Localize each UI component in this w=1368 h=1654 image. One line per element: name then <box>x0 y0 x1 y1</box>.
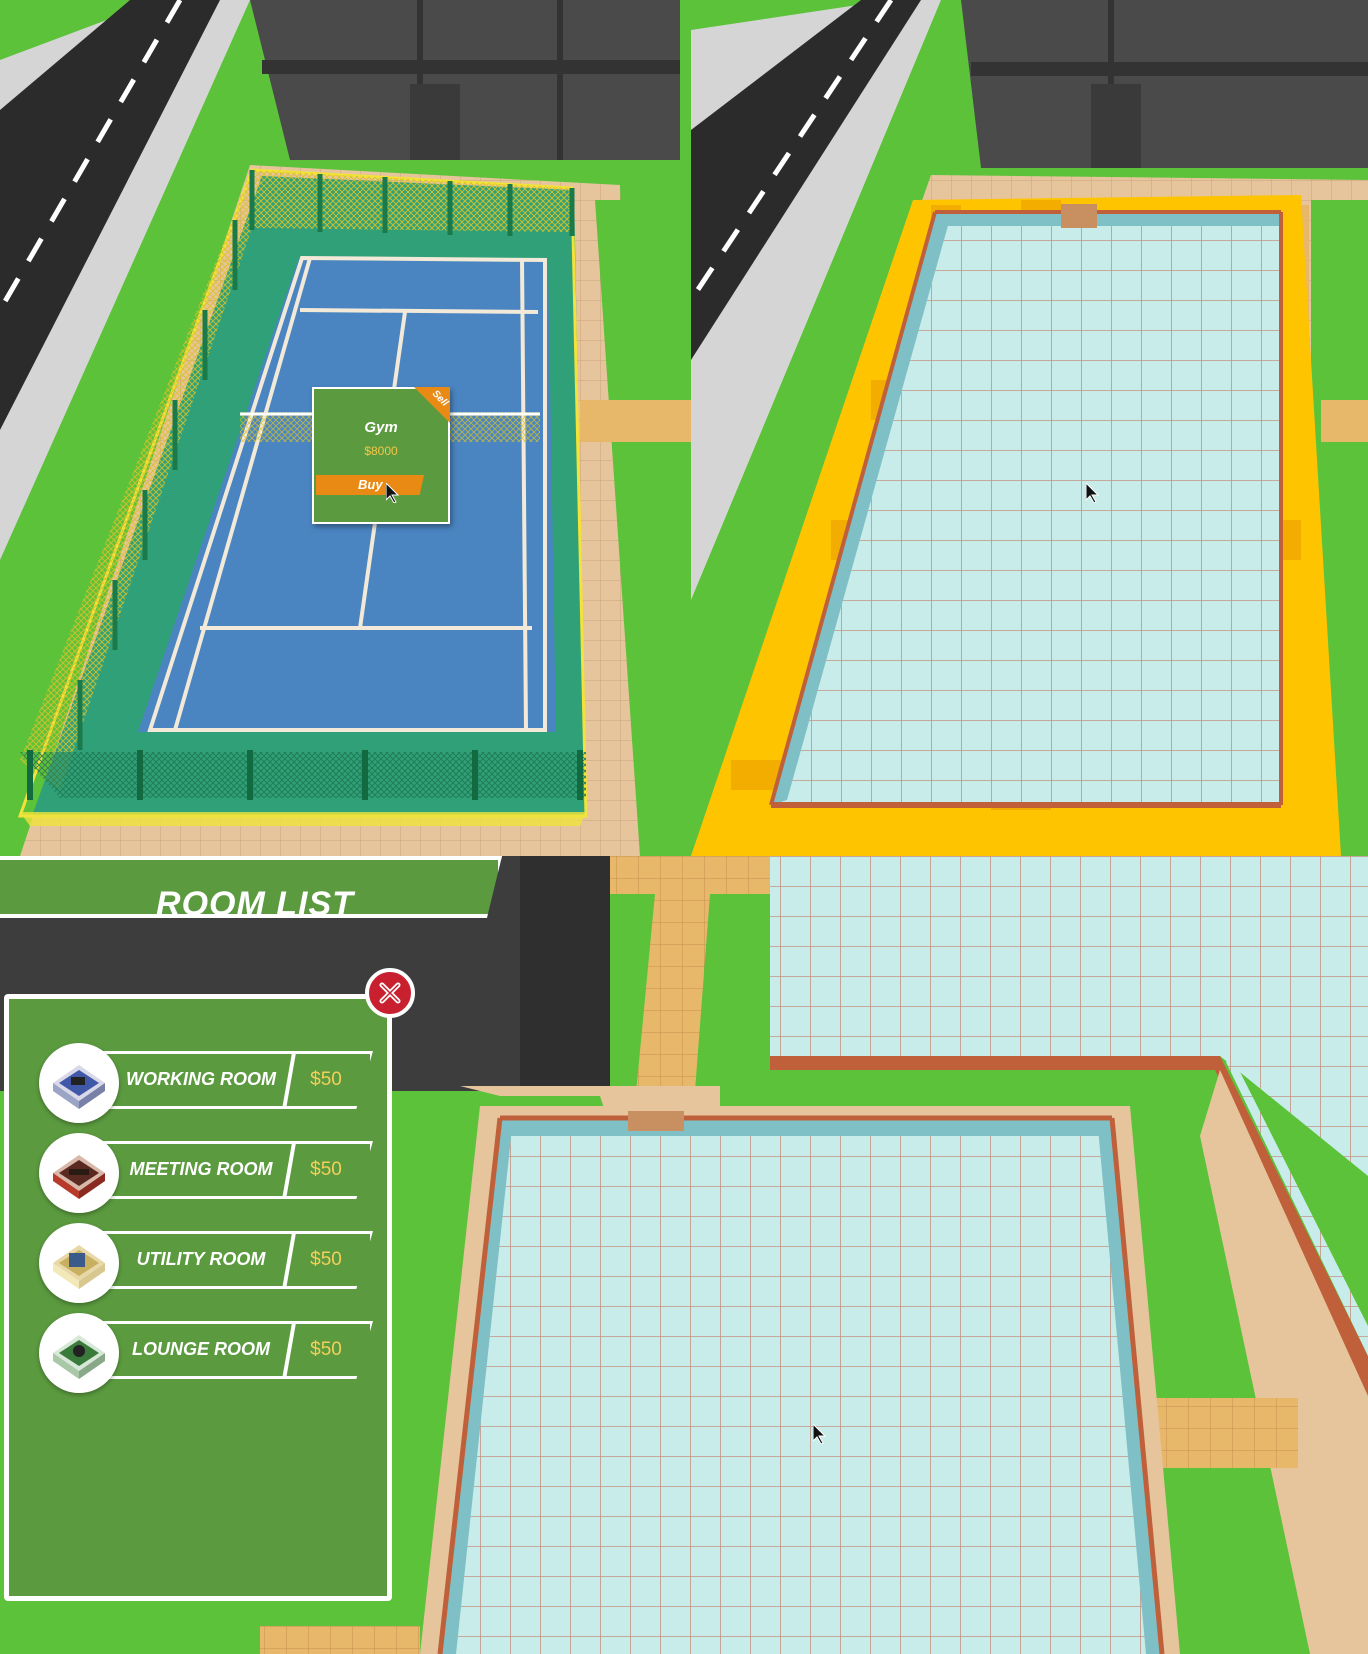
gym-price: $8000 <box>364 444 398 458</box>
path-tiles <box>1321 400 1368 442</box>
mouse-cursor-icon <box>1086 483 1100 503</box>
room-item-price: $50 <box>310 1159 342 1180</box>
mouse-cursor-icon <box>813 1424 827 1444</box>
room-item-lounge[interactable]: LOUNGE ROOM $50 <box>33 1313 375 1393</box>
game-screenshot-collage: Sell Gym $8000 Buy ROOM LIST WORKING ROO… <box>0 0 1368 1654</box>
room-item-utility[interactable]: UTILITY ROOM $50 <box>33 1223 375 1303</box>
room-item-working[interactable]: WORKING ROOM $50 <box>33 1043 375 1123</box>
path-tiles <box>610 856 770 894</box>
panel-empty-room-scene <box>691 0 1368 856</box>
empty-room-scene-graphic <box>691 0 1368 856</box>
buy-button[interactable]: Buy <box>316 475 424 495</box>
door <box>1061 204 1097 228</box>
panel-gym-court-scene: Sell Gym $8000 Buy <box>0 0 691 856</box>
office-building <box>961 0 1368 168</box>
tiled-floor-lower <box>440 1120 1160 1654</box>
path-tiles <box>580 400 691 442</box>
mouse-cursor-icon <box>386 483 400 503</box>
gym-purchase-popup: Sell Gym $8000 Buy <box>312 387 450 524</box>
room-item-price: $50 <box>310 1069 342 1090</box>
close-x-icon <box>379 982 401 1004</box>
door <box>628 1111 684 1131</box>
room-item-name: UTILITY ROOM <box>136 1249 266 1269</box>
meeting-room-thumbnail-icon <box>39 1133 119 1213</box>
utility-room-thumbnail-icon <box>39 1223 119 1303</box>
room-list-panel: WORKING ROOM $50 MEETING ROOM $50 UTILIT… <box>4 994 392 1601</box>
room-list-title: ROOM LIST <box>156 885 354 923</box>
room-item-name: LOUNGE ROOM <box>132 1339 270 1359</box>
front-fence <box>20 752 586 798</box>
panel-room-list-scene: ROOM LIST WORKING ROOM $50 MEETING ROOM … <box>0 856 1368 1654</box>
room-item-name: MEETING ROOM <box>129 1159 273 1179</box>
working-room-thumbnail-icon <box>39 1043 119 1123</box>
office-building <box>250 0 680 160</box>
gym-title: Gym <box>364 419 398 436</box>
room-item-name: WORKING ROOM <box>126 1069 276 1089</box>
room-item-meeting[interactable]: MEETING ROOM $50 <box>33 1133 375 1213</box>
sell-corner-tab[interactable]: Sell <box>414 387 450 423</box>
close-button[interactable] <box>365 968 415 1018</box>
lounge-room-thumbnail-icon <box>39 1313 119 1393</box>
room-item-price: $50 <box>310 1339 342 1360</box>
room-item-price: $50 <box>310 1249 342 1270</box>
